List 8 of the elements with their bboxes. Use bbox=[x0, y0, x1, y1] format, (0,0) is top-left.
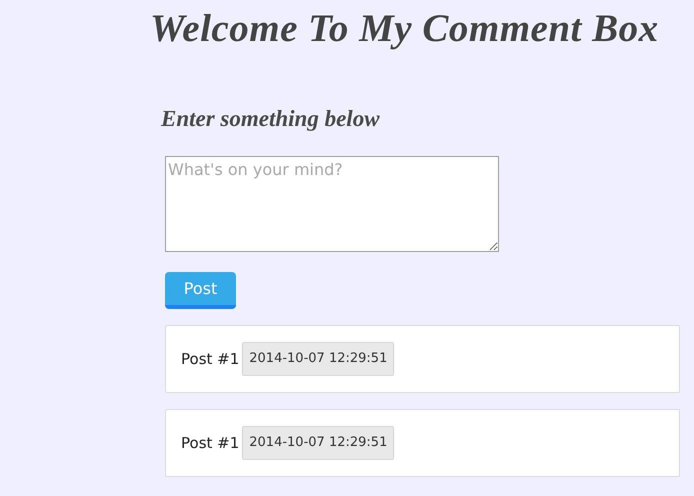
post-timestamp: 2014-10-07 12:29:51 bbox=[242, 426, 394, 460]
page-title: Welcome To My Comment Box bbox=[150, 6, 659, 52]
post-timestamp: 2014-10-07 12:29:51 bbox=[242, 342, 394, 376]
comment-field[interactable]: What's on your mind? bbox=[165, 156, 499, 252]
post-button[interactable]: Post bbox=[165, 272, 236, 309]
post-label: Post #1 bbox=[181, 348, 240, 370]
form-heading: Enter something below bbox=[161, 105, 380, 133]
post-label: Post #1 bbox=[181, 432, 240, 454]
